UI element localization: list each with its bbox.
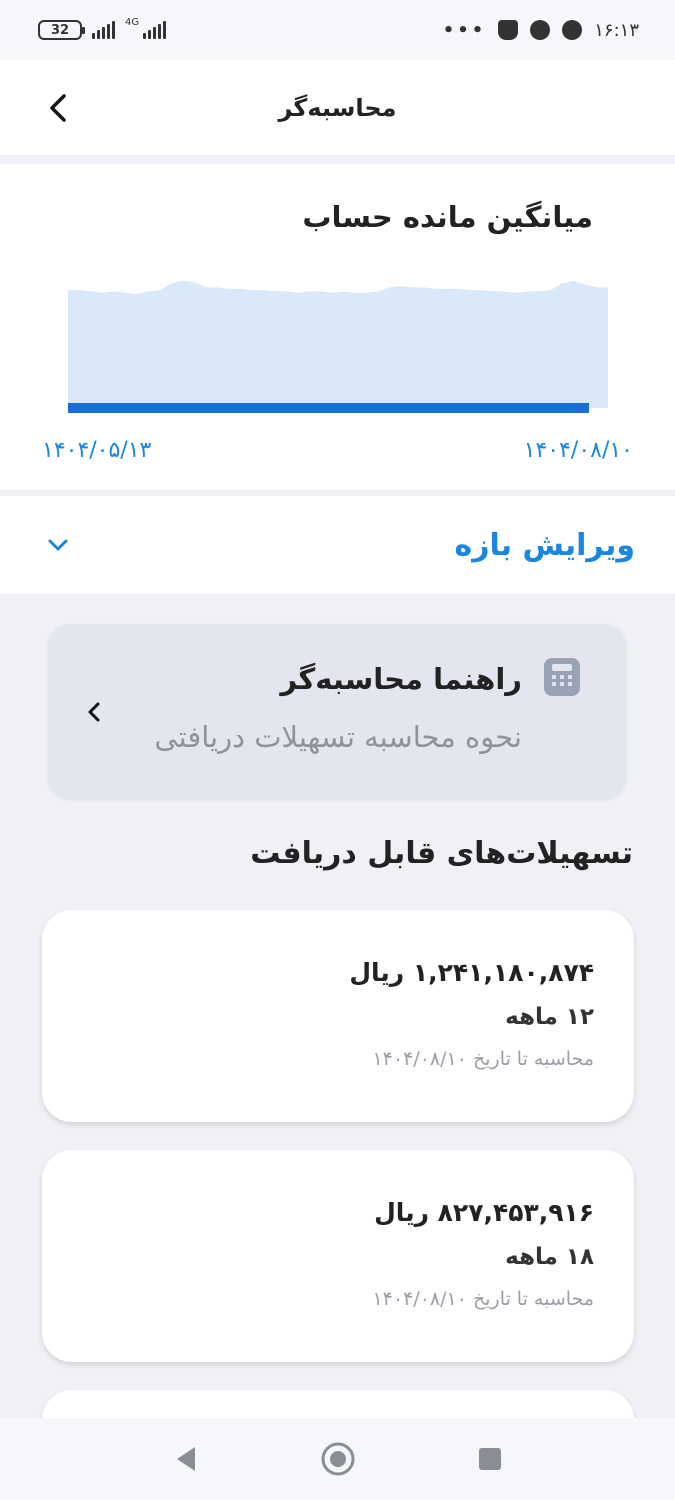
battery-level: 32 xyxy=(50,22,70,38)
section-title: تسهیلات‌های قابل دریافت xyxy=(250,836,633,871)
chart-baseline-bar xyxy=(68,403,589,413)
guide-subtitle: نحوه محاسبه تسهیلات دریافتی xyxy=(154,720,522,754)
nav-back-button[interactable] xyxy=(166,1439,206,1479)
status-bar: 32 4G ••• ۱۶:۱۳ xyxy=(0,0,675,60)
chevron-left-icon xyxy=(50,94,66,122)
edit-range-button[interactable]: ویرایش بازه xyxy=(0,496,675,594)
chart-start-date: ۱۴۰۴/۰۵/۱۳ xyxy=(42,438,152,463)
loan-amount: ۱,۲۴۱,۱۸۰,۸۷۴ ریال xyxy=(349,958,594,987)
loan-term: ۱۸ ماهه xyxy=(505,1244,594,1270)
whatsapp-icon xyxy=(530,20,551,40)
recents-square-icon xyxy=(478,1448,501,1470)
nav-recents-button[interactable] xyxy=(470,1439,510,1479)
loan-card[interactable]: ۸۲۷,۴۵۳,۹۱۶ ریال ۱۸ ماهه محاسبه تا تاریخ… xyxy=(42,1150,634,1362)
status-right: ••• ۱۶:۱۳ xyxy=(443,20,639,41)
balance-chart xyxy=(68,280,608,413)
loan-term: ۱۲ ماهه xyxy=(505,1004,594,1030)
calculator-guide-card[interactable]: راهنما محاسبه‌گر نحوه محاسبه تسهیلات دری… xyxy=(48,624,626,798)
chevron-left-icon xyxy=(88,702,100,722)
chart-title: میانگین مانده حساب xyxy=(302,200,593,234)
loan-amount: ۸۲۷,۴۵۳,۹۱۶ ریال xyxy=(374,1198,594,1227)
network-label: 4G xyxy=(125,16,140,28)
chevron-down-icon xyxy=(48,539,68,551)
overflow-dots: ••• xyxy=(442,19,487,41)
status-left: 32 4G xyxy=(38,16,167,40)
chart-end-date: ۱۴۰۴/۰۸/۱۰ xyxy=(523,438,633,463)
back-button[interactable] xyxy=(38,88,78,128)
loan-card[interactable]: ۱,۲۴۱,۱۸۰,۸۷۴ ریال ۱۲ ماهه محاسبه تا تار… xyxy=(42,910,634,1122)
shop-icon xyxy=(498,20,519,40)
app-header: محاسبه‌گر xyxy=(0,60,675,156)
edit-range-label: ویرایش بازه xyxy=(454,527,635,563)
loan-date-label: محاسبه تا تاریخ ۱۴۰۴/۰۸/۱۰ xyxy=(372,1048,594,1070)
loan-date-label: محاسبه تا تاریخ ۱۴۰۴/۰۸/۱۰ xyxy=(372,1288,594,1310)
back-triangle-icon xyxy=(176,1447,195,1471)
signal-icon xyxy=(92,21,115,39)
nav-home-button[interactable] xyxy=(318,1439,358,1479)
signal-icon-2 xyxy=(143,21,167,39)
chat-icon xyxy=(562,20,583,40)
battery-icon: 32 xyxy=(38,20,85,40)
system-nav-bar xyxy=(0,1418,675,1500)
balance-chart-card: میانگین مانده حساب ۱۴۰۴/۰۵/۱۳ ۱۴۰۴/۰۸/۱۰ xyxy=(0,164,675,490)
home-circle-icon xyxy=(321,1442,354,1476)
guide-title: راهنما محاسبه‌گر xyxy=(280,662,522,696)
status-time: ۱۶:۱۳ xyxy=(594,19,639,41)
calculator-icon xyxy=(544,658,580,696)
page-title: محاسبه‌گر xyxy=(278,93,397,122)
chart-area-fill xyxy=(68,280,608,408)
